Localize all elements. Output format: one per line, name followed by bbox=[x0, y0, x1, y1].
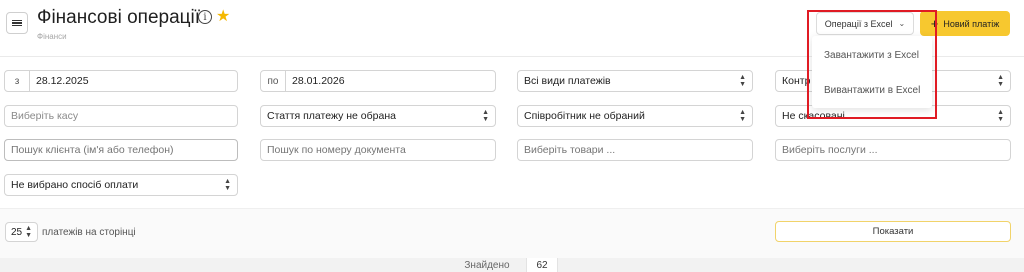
date-from-field[interactable]: з 28.12.2025 bbox=[4, 70, 238, 92]
date-from-value: 28.12.2025 bbox=[36, 75, 89, 87]
article-value: Стаття платежу не обрана bbox=[267, 110, 396, 122]
cashbox-select[interactable]: Виберіть касу bbox=[4, 105, 238, 127]
employee-select[interactable]: Співробітник не обраний ▲ ▼ bbox=[517, 105, 753, 127]
found-count: 62 bbox=[526, 258, 558, 272]
date-to-field[interactable]: по 28.01.2026 bbox=[260, 70, 496, 92]
select-arrows-icon: ▲ ▼ bbox=[997, 74, 1004, 88]
show-button[interactable]: Показати bbox=[775, 221, 1011, 242]
client-search-input[interactable] bbox=[4, 139, 238, 161]
employee-value: Співробітник не обраний bbox=[524, 110, 645, 122]
hamburger-icon bbox=[12, 19, 22, 28]
info-icon[interactable]: i bbox=[198, 10, 212, 24]
per-page-value: 25 bbox=[11, 226, 23, 238]
page-title: Фінансові операції bbox=[37, 7, 201, 28]
date-from-prefix: з bbox=[5, 71, 30, 91]
payment-types-select[interactable]: Всі види платежів ▲ ▼ bbox=[517, 70, 753, 92]
payment-method-value: Не вибрано спосіб оплати bbox=[11, 179, 139, 191]
date-to-prefix: по bbox=[261, 71, 286, 91]
new-payment-label: Новий платіж bbox=[943, 18, 1000, 29]
document-search-input[interactable] bbox=[260, 139, 496, 161]
payment-types-value: Всі види платежів bbox=[524, 75, 611, 87]
per-page-label: платежів на сторінці bbox=[42, 227, 136, 238]
found-label: Знайдено bbox=[464, 259, 510, 271]
select-arrows-icon: ▲ ▼ bbox=[997, 109, 1004, 123]
date-to-value: 28.01.2026 bbox=[292, 75, 345, 87]
per-page-select[interactable]: 25 ▲ ▼ bbox=[5, 222, 38, 242]
select-arrows-icon: ▲ ▼ bbox=[25, 225, 33, 239]
highlight-box bbox=[807, 10, 937, 119]
select-arrows-icon: ▲ ▼ bbox=[482, 109, 489, 123]
select-arrows-icon: ▲ ▼ bbox=[739, 74, 746, 88]
cashbox-placeholder: Виберіть касу bbox=[11, 110, 79, 122]
goods-select-input[interactable] bbox=[517, 139, 753, 161]
select-arrows-icon: ▲ ▼ bbox=[224, 178, 231, 192]
article-select[interactable]: Стаття платежу не обрана ▲ ▼ bbox=[260, 105, 496, 127]
payment-method-select[interactable]: Не вибрано спосіб оплати ▲ ▼ bbox=[4, 174, 238, 196]
menu-button[interactable] bbox=[6, 12, 28, 34]
select-arrows-icon: ▲ ▼ bbox=[739, 109, 746, 123]
breadcrumb[interactable]: Фінанси bbox=[37, 32, 67, 41]
services-select-input[interactable] bbox=[775, 139, 1011, 161]
star-icon[interactable]: ★ bbox=[216, 6, 230, 26]
